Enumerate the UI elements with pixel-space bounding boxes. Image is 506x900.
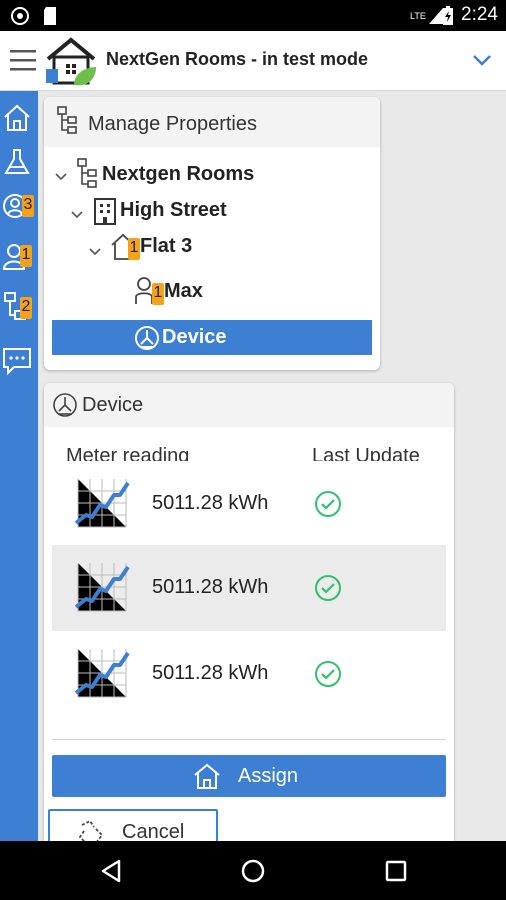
tree-node-root[interactable]: Nextgen Rooms (102, 163, 254, 186)
building-icon (92, 196, 118, 231)
card-title: Manage Properties (88, 113, 257, 135)
home-icon[interactable] (2, 103, 36, 137)
app-title: NextGen Rooms - in test mode (106, 49, 369, 69)
meter-reading: 5011.28 kWh (152, 576, 269, 598)
recents-icon[interactable] (385, 860, 407, 887)
chevron-down-icon[interactable] (472, 53, 492, 72)
chevron-down-icon[interactable] (88, 244, 102, 262)
home-icon (192, 762, 222, 795)
back-icon[interactable] (100, 859, 122, 888)
sd-card-icon (42, 6, 58, 26)
user-icon[interactable]: 1 (2, 241, 36, 275)
content-area: Manage Properties Nextgen Rooms High Str… (38, 91, 506, 853)
clock: 2:24 (461, 4, 498, 25)
chart-icon (74, 475, 130, 536)
chevron-down-icon[interactable] (70, 207, 84, 225)
meter-icon (134, 325, 160, 356)
chat-icon[interactable] (2, 345, 36, 379)
reading-row[interactable]: 5011.28 kWh (52, 461, 446, 547)
chart-icon (74, 559, 130, 620)
meter-reading: 5011.28 kWh (152, 492, 269, 514)
card-header: Manage Properties (44, 97, 380, 147)
manage-properties-card: Manage Properties Nextgen Rooms High Str… (44, 97, 380, 370)
battery-icon (442, 6, 454, 26)
divider (52, 739, 446, 740)
tree-node-device[interactable]: Device (52, 320, 372, 355)
chart-icon (74, 645, 130, 706)
badge: 1 (128, 238, 140, 260)
menu-icon[interactable] (10, 48, 36, 77)
tree-node-tenant[interactable]: Max (164, 280, 203, 303)
badge: 2 (20, 297, 32, 319)
reading-row[interactable]: 5011.28 kWh (52, 631, 446, 717)
tree-node-building[interactable]: High Street (120, 199, 227, 222)
flask-icon[interactable] (2, 147, 36, 181)
lte-signal-icon: LTE (410, 6, 444, 26)
navigation-bar (0, 841, 506, 900)
home-circle-icon[interactable] (241, 859, 265, 888)
badge: 1 (152, 283, 164, 305)
tree-icon (76, 157, 100, 194)
assign-button[interactable]: Assign (52, 755, 446, 797)
check-circle-icon (314, 490, 342, 523)
badge: 1 (20, 245, 32, 267)
chevron-down-icon[interactable] (54, 169, 68, 187)
device-label: Device (162, 326, 227, 348)
meter-reading: 5011.28 kWh (152, 662, 269, 684)
panel-header: Device (44, 383, 454, 427)
chrome-icon (10, 6, 30, 26)
app-bar: NextGen Rooms - in test mode (0, 31, 506, 91)
device-panel: Device Meter reading Last Update 5011.28… (44, 383, 454, 853)
assign-label: Assign (238, 765, 299, 787)
check-circle-icon (314, 574, 342, 607)
reading-row[interactable]: 5011.28 kWh (52, 545, 446, 631)
tree-node-flat[interactable]: Flat 3 (140, 235, 192, 258)
tree-icon (56, 105, 80, 140)
tree-icon[interactable]: 2 (2, 291, 36, 325)
globe-user-icon[interactable]: 3 (2, 191, 36, 225)
panel-title: Device (82, 394, 144, 416)
sidebar: 3 1 2 (0, 91, 38, 841)
app-logo (44, 35, 98, 94)
badge: 3 (22, 195, 34, 217)
status-bar: LTE 2:24 (0, 0, 506, 31)
meter-icon (52, 392, 78, 423)
check-circle-icon (314, 660, 342, 693)
